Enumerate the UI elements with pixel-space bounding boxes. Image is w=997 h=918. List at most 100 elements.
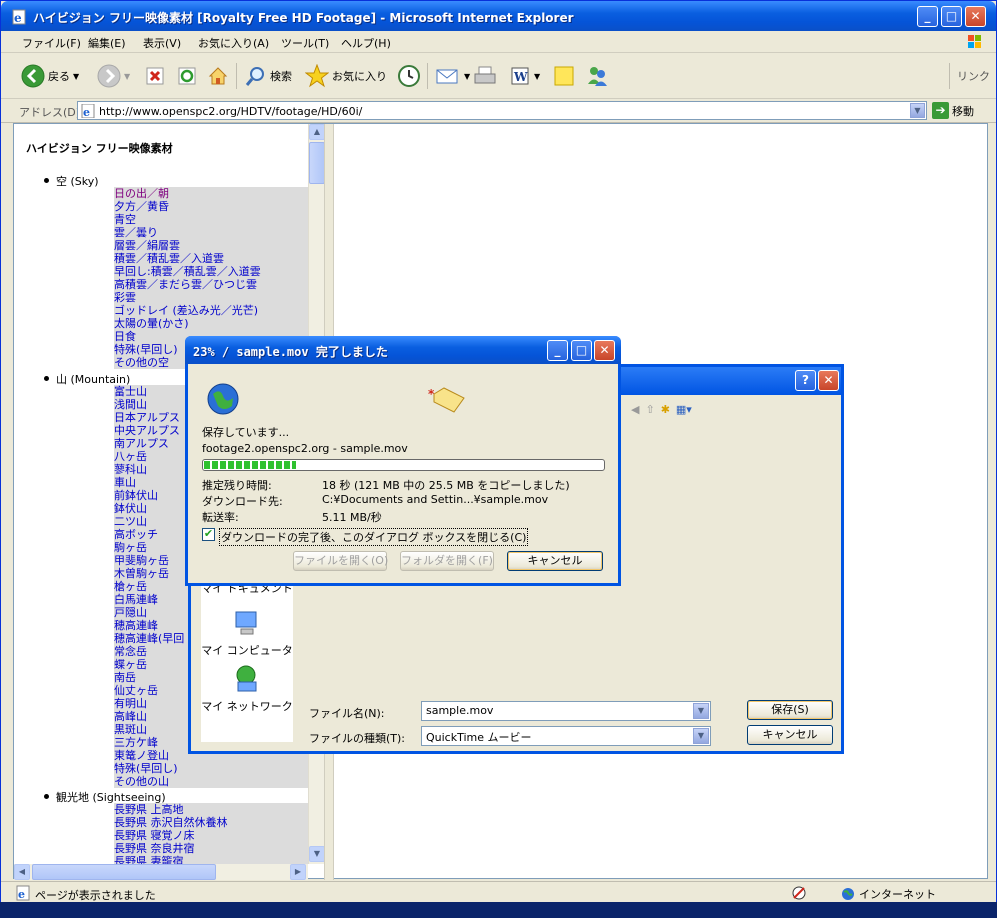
search-icon: [245, 67, 264, 86]
favorites-star-icon: [305, 64, 329, 88]
mail-dropdown-icon[interactable]: ▼: [464, 72, 470, 81]
save-help-button[interactable]: ?: [795, 370, 816, 391]
popup-blocker-icon[interactable]: [791, 885, 809, 901]
address-dropdown-icon[interactable]: ▼: [910, 103, 925, 118]
download-dialog-titlebar[interactable]: 23% / sample.mov 完了しました _ □ ✕: [185, 336, 621, 364]
menu-view[interactable]: 表示(V): [143, 35, 181, 51]
back-nav-icon[interactable]: ◀: [631, 403, 639, 416]
close-on-complete-checkbox[interactable]: ✔: [202, 528, 215, 541]
menu-edit[interactable]: 編集(E): [88, 35, 126, 51]
page-done-icon: e: [16, 885, 30, 901]
go-label: 移動: [952, 104, 974, 118]
footage-link[interactable]: 雲／曇り: [114, 226, 309, 239]
filename-input[interactable]: sample.mov ▼: [421, 701, 711, 721]
home-button[interactable]: [207, 63, 229, 89]
security-zone: インターネット: [841, 886, 936, 902]
stop-button[interactable]: [145, 63, 165, 89]
progress-fill: [204, 461, 296, 469]
filetype-dropdown-icon[interactable]: ▼: [693, 728, 709, 744]
save-close-button[interactable]: ✕: [818, 370, 839, 391]
footage-link[interactable]: 夕方／黄昏: [114, 200, 309, 213]
menu-file[interactable]: ファイル(F): [22, 35, 81, 51]
horizontal-scroll-thumb[interactable]: [32, 864, 216, 880]
filetype-select[interactable]: QuickTime ムービー ▼: [421, 726, 711, 746]
scroll-up-icon[interactable]: ▲: [309, 124, 324, 140]
close-on-complete-label[interactable]: ダウンロードの完了後、このダイアログ ボックスを閉じる(C): [219, 528, 529, 546]
filename-dropdown-icon[interactable]: ▼: [693, 703, 709, 719]
address-label: アドレス(D): [19, 106, 81, 119]
scroll-left-icon[interactable]: ◀: [14, 864, 30, 880]
computer-icon: [235, 611, 257, 635]
footage-link[interactable]: 特殊(早回し): [114, 762, 309, 775]
footage-link[interactable]: 日の出／朝: [114, 187, 309, 200]
window-bottom-border: [0, 902, 997, 918]
favorites-label: お気に入り: [332, 70, 387, 83]
messenger-icon: [588, 67, 607, 86]
links-label[interactable]: リンク: [957, 63, 990, 89]
menu-favorites[interactable]: お気に入り(A): [198, 35, 269, 51]
footage-link[interactable]: 層雲／絹層雲: [114, 239, 309, 252]
mail-button[interactable]: ▼: [435, 63, 470, 89]
zone-label: インターネット: [859, 888, 936, 901]
back-dropdown-icon[interactable]: ▼: [73, 72, 79, 81]
svg-text:*: *: [428, 387, 435, 401]
vertical-scroll-thumb[interactable]: [309, 142, 324, 184]
footage-link[interactable]: 長野県 赤沢自然休養林: [114, 816, 309, 829]
footage-link[interactable]: 長野県 奈良井宿: [114, 842, 309, 855]
close-button[interactable]: ✕: [965, 6, 986, 27]
back-button[interactable]: 戻る ▼: [21, 63, 79, 89]
download-cancel-button[interactable]: キャンセル: [507, 551, 603, 571]
up-folder-icon[interactable]: ⇧: [645, 403, 654, 416]
view-menu-icon[interactable]: ▦▾: [676, 403, 692, 416]
download-close-button[interactable]: ✕: [594, 340, 615, 361]
footage-link[interactable]: 長野県 妻籠宿: [114, 855, 309, 864]
search-label: 検索: [270, 70, 292, 83]
footage-link[interactable]: 青空: [114, 213, 309, 226]
forward-dropdown-icon[interactable]: ▼: [124, 72, 130, 81]
menu-tools[interactable]: ツール(T): [281, 35, 329, 51]
discuss-button[interactable]: [553, 63, 575, 89]
edit-dropdown-icon[interactable]: ▼: [534, 72, 540, 81]
messenger-button[interactable]: [585, 63, 609, 89]
footage-link[interactable]: 長野県 寝覚ノ床: [114, 829, 309, 842]
search-button[interactable]: 検索: [245, 63, 292, 89]
refresh-button[interactable]: [177, 63, 197, 89]
place-my-network[interactable]: マイ ネットワーク: [201, 664, 293, 714]
go-button[interactable]: ➔ 移動: [932, 102, 974, 119]
footage-link[interactable]: その他の山: [114, 775, 309, 788]
new-folder-icon[interactable]: ✱: [661, 403, 670, 416]
footage-link[interactable]: ゴッドレイ (差込み光／光芒): [114, 304, 309, 317]
save-cancel-button[interactable]: キャンセル: [747, 725, 833, 745]
edit-button[interactable]: W ▼: [509, 63, 540, 89]
history-button[interactable]: [397, 63, 421, 89]
footage-link[interactable]: 積雲／積乱雲／入道雲: [114, 252, 309, 265]
footage-link[interactable]: 高積雲／まだら雲／ひつじ雲: [114, 278, 309, 291]
svg-text:e: e: [14, 11, 22, 25]
maximize-button[interactable]: □: [941, 6, 962, 27]
save-button[interactable]: 保存(S): [747, 700, 833, 720]
open-file-button[interactable]: ファイルを開く(O): [293, 551, 388, 571]
menu-help[interactable]: ヘルプ(H): [341, 35, 391, 51]
minimize-button[interactable]: _: [917, 6, 938, 27]
favorites-button[interactable]: お気に入り: [305, 63, 387, 89]
footage-link[interactable]: 早回し:積雲／積乱雲／入道雲: [114, 265, 309, 278]
download-minimize-button[interactable]: _: [547, 340, 568, 361]
forward-button[interactable]: ▼: [97, 63, 130, 89]
sightseeing-link-list: 長野県 上高地 長野県 赤沢自然休養林 長野県 寝覚ノ床 長野県 奈良井宿 長野…: [114, 803, 309, 864]
footage-link[interactable]: 太陽の暈(かさ): [114, 317, 309, 330]
footage-link[interactable]: 彩雲: [114, 291, 309, 304]
address-input[interactable]: e http://www.openspc2.org/HDTV/footage/H…: [77, 101, 927, 120]
network-icon: [236, 665, 257, 692]
scroll-right-icon[interactable]: ▶: [290, 864, 306, 880]
window-titlebar[interactable]: e ハイビジョン フリー映像素材 [Royalty Free HD Footag…: [1, 1, 996, 31]
filename-value: sample.mov: [426, 704, 494, 717]
download-maximize-button[interactable]: □: [571, 340, 592, 361]
stop-icon: [146, 67, 164, 85]
open-folder-button[interactable]: フォルダを開く(F): [400, 551, 494, 571]
place-my-computer[interactable]: マイ コンピュータ: [201, 608, 293, 658]
standard-toolbar: 戻る ▼ ▼ 検索 お気に入り ▼ W ▼ リンク: [1, 53, 996, 99]
left-frame-horizontal-scrollbar[interactable]: ◀ ▶: [14, 864, 308, 880]
scroll-down-icon[interactable]: ▼: [309, 846, 324, 862]
footage-link[interactable]: 長野県 上高地: [114, 803, 309, 816]
print-button[interactable]: [473, 63, 497, 89]
